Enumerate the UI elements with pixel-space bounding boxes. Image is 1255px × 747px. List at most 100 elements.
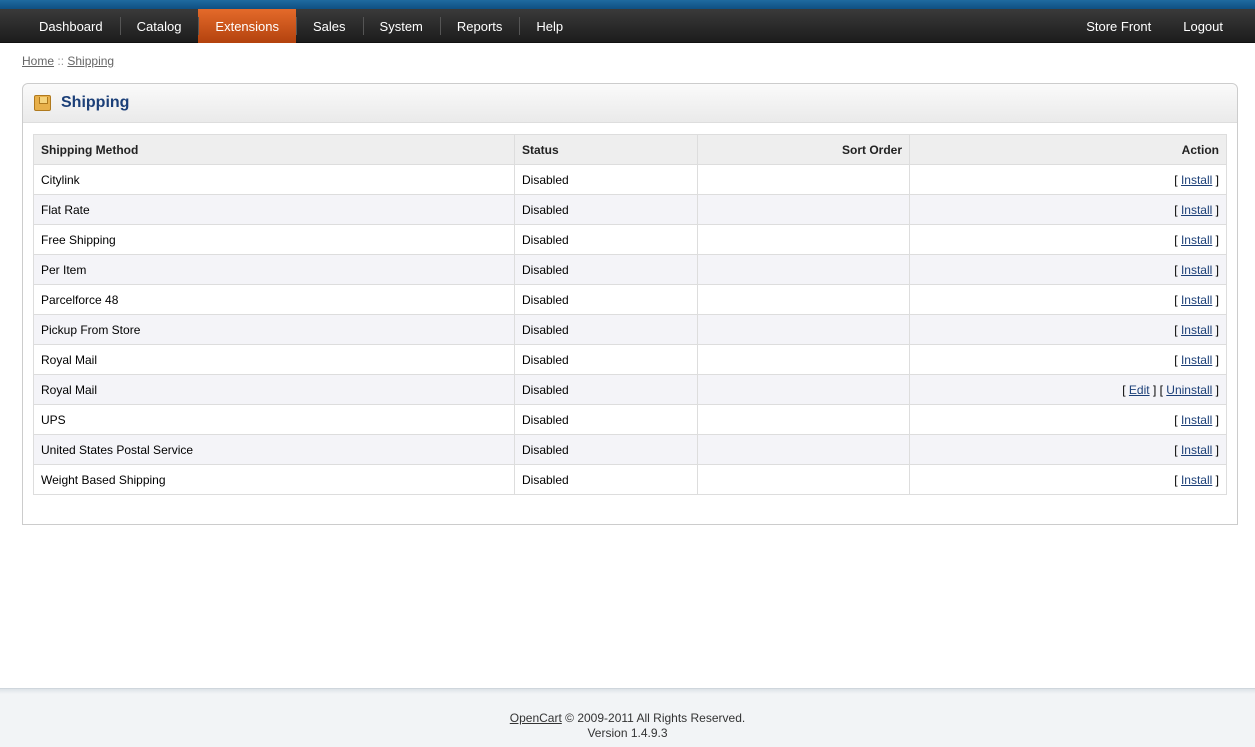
cell-method: Royal Mail xyxy=(33,344,515,375)
cell-method: United States Postal Service xyxy=(33,434,515,465)
cell-status: Disabled xyxy=(514,464,698,495)
cell-action: [ Install ] xyxy=(909,254,1227,285)
package-icon xyxy=(34,95,51,111)
install-link[interactable]: Install xyxy=(1181,203,1212,217)
breadcrumb: Home :: Shipping xyxy=(22,54,114,68)
menu-item-sales[interactable]: Sales xyxy=(296,9,363,43)
breadcrumb-home-link[interactable]: Home xyxy=(22,54,54,68)
menu-item-logout[interactable]: Logout xyxy=(1167,9,1239,43)
edit-link[interactable]: Edit xyxy=(1129,383,1150,397)
cell-action: [ Install ] xyxy=(909,404,1227,435)
install-link[interactable]: Install xyxy=(1181,353,1212,367)
table-body: Citylink Disabled[ Install ] Flat Rate Disa… xyxy=(33,164,1227,495)
breadcrumb-shipping-link[interactable]: Shipping xyxy=(67,54,114,68)
install-link[interactable]: Install xyxy=(1181,473,1212,487)
footer-copyright: © 2009-2011 All Rights Reserved. xyxy=(565,711,746,725)
column-header-method: Shipping Method xyxy=(33,134,515,165)
install-link[interactable]: Install xyxy=(1181,233,1212,247)
cell-method: Royal Mail xyxy=(33,374,515,405)
cell-status: Disabled xyxy=(514,434,698,465)
cell-method: Free Shipping xyxy=(33,224,515,255)
cell-method: Pickup From Store xyxy=(33,314,515,345)
menu-left: Dashboard Catalog Extensions Sales Syste… xyxy=(22,9,580,43)
table-row: Free Shipping Disabled [ Install ] xyxy=(33,224,1227,255)
cell-action: [ Edit ] [ Uninstall ] xyxy=(909,374,1227,405)
cell-status: Disabled xyxy=(514,284,698,315)
table-row: United States Postal Service Disabled [ In… xyxy=(33,434,1227,465)
install-link[interactable]: Install xyxy=(1181,173,1212,187)
menu-item-catalog[interactable]: Catalog xyxy=(119,9,199,43)
cell-status: Disabled xyxy=(514,374,698,405)
install-link[interactable]: Install xyxy=(1181,413,1212,427)
footer-opencart-link[interactable]: OpenCart xyxy=(510,711,562,725)
cell-status: Disabled xyxy=(514,224,698,255)
install-link[interactable]: Install xyxy=(1181,443,1212,457)
main-menu: Dashboard Catalog Extensions Sales Syste… xyxy=(0,9,1255,43)
cell-sort-order xyxy=(697,224,910,255)
shipping-table: Shipping Method Status Sort Order Action… xyxy=(33,134,1227,495)
cell-method: Per Item xyxy=(33,254,515,285)
table-row: Weight Based Shipping Disabled [ Install ] xyxy=(33,464,1227,495)
table-row: Royal Mail Disabled [ Edit ] [ Uninstall ] xyxy=(33,374,1227,405)
page-title: Shipping xyxy=(61,94,130,111)
table-row: Flat Rate Disabled [ Install ] xyxy=(33,194,1227,225)
column-header-sort-order: Sort Order xyxy=(697,134,910,165)
footer: OpenCart © 2009-2011 All Rights Reserved… xyxy=(0,688,1255,747)
column-header-action: Action xyxy=(909,134,1227,165)
cell-sort-order xyxy=(697,374,910,405)
cell-action: [ Install ] xyxy=(909,194,1227,225)
menu-item-reports[interactable]: Reports xyxy=(439,9,520,43)
table-row: Per Item Disabled [ Install ] xyxy=(33,254,1227,285)
install-link[interactable]: Install xyxy=(1181,293,1212,307)
cell-sort-order xyxy=(697,404,910,435)
table-row: Royal Mail Disabled [ Install ] xyxy=(33,344,1227,375)
cell-status: Disabled xyxy=(514,254,698,285)
shipping-box: Shipping Shipping Method Status Sort Ord… xyxy=(22,83,1238,525)
cell-sort-order xyxy=(697,254,910,285)
cell-action: [ Install ] xyxy=(909,434,1227,465)
cell-sort-order xyxy=(697,434,910,465)
table-header-row: Shipping Method Status Sort Order Action xyxy=(33,134,1227,165)
top-stripe xyxy=(0,0,1255,9)
box-heading: Shipping xyxy=(23,84,1237,123)
cell-action: [ Install ] xyxy=(909,284,1227,315)
menu-item-extensions[interactable]: Extensions xyxy=(198,9,297,43)
cell-sort-order xyxy=(697,164,910,195)
cell-method: Parcelforce 48 xyxy=(33,284,515,315)
uninstall-link[interactable]: Uninstall xyxy=(1166,383,1212,397)
footer-version: Version 1.4.9.3 xyxy=(587,726,668,740)
column-header-status: Status xyxy=(514,134,698,165)
cell-sort-order xyxy=(697,464,910,495)
cell-sort-order xyxy=(697,344,910,375)
cell-status: Disabled xyxy=(514,344,698,375)
menu-item-system[interactable]: System xyxy=(362,9,440,43)
menu-item-help[interactable]: Help xyxy=(519,9,580,43)
table-row: UPS Disabled [ Install ] xyxy=(33,404,1227,435)
install-link[interactable]: Install xyxy=(1181,263,1212,277)
cell-action: [ Install ] xyxy=(909,464,1227,495)
breadcrumb-separator: :: xyxy=(57,54,65,68)
footer-copyright-line: OpenCart © 2009-2011 All Rights Reserved… xyxy=(0,711,1255,726)
table-row: Pickup From Store Disabled [ Install ] xyxy=(33,314,1227,345)
menu-item-store-front[interactable]: Store Front xyxy=(1070,9,1167,43)
cell-method: Weight Based Shipping xyxy=(33,464,515,495)
cell-status: Disabled xyxy=(514,194,698,225)
cell-sort-order xyxy=(697,194,910,225)
cell-action: [ Install ] xyxy=(909,164,1227,195)
menu-right: Store Front Logout xyxy=(1070,9,1239,43)
cell-method: UPS xyxy=(33,404,515,435)
cell-action: [ Install ] xyxy=(909,344,1227,375)
cell-sort-order xyxy=(697,284,910,315)
install-link[interactable]: Install xyxy=(1181,323,1212,337)
cell-status: Disabled xyxy=(514,164,698,195)
cell-status: Disabled xyxy=(514,404,698,435)
cell-sort-order xyxy=(697,314,910,345)
table-row: Parcelforce 48 Disabled [ Install ] xyxy=(33,284,1227,315)
cell-status: Disabled xyxy=(514,314,698,345)
cell-method: Flat Rate xyxy=(33,194,515,225)
cell-method: Citylink xyxy=(33,164,515,195)
menu-item-dashboard[interactable]: Dashboard xyxy=(22,9,120,43)
table-row: Citylink Disabled [ Install ] xyxy=(33,164,1227,195)
cell-action: [ Install ] xyxy=(909,314,1227,345)
cell-action: [ Install ] xyxy=(909,224,1227,255)
